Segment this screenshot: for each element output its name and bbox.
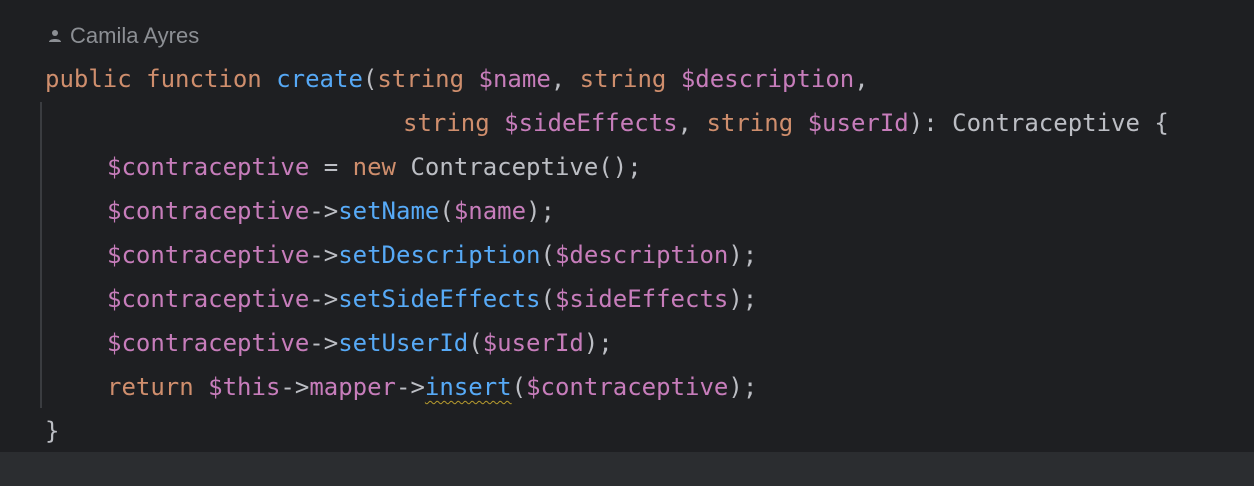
type-string: string (377, 65, 465, 93)
code-editor[interactable]: Camila Ayres public function create(stri… (0, 0, 1254, 452)
code-line-7[interactable]: $contraceptive->setUserId($userId); (107, 321, 613, 365)
code-line-9[interactable]: } (45, 409, 59, 453)
variable-contraceptive: $contraceptive (107, 329, 310, 357)
variable-contraceptive: $contraceptive (107, 241, 310, 269)
param-user-id: $userId (807, 109, 909, 137)
editor-bottom-strip (0, 452, 1254, 486)
closing-brace: } (45, 417, 60, 445)
variable-this: $this (208, 373, 281, 401)
return-signature: ): Contraceptive { (908, 109, 1169, 137)
method-insert[interactable]: insert (425, 373, 512, 401)
type-string: string (403, 109, 490, 137)
function-name: create (276, 65, 363, 93)
code-line-3[interactable]: $contraceptive = new Contraceptive(); (107, 145, 642, 189)
code-line-2[interactable]: string $sideEffects, string $userId): Co… (403, 101, 1169, 145)
code-line-6[interactable]: $contraceptive->setSideEffects($sideEffe… (107, 277, 757, 321)
method-set-description: setDescription (338, 241, 541, 269)
author-annotation[interactable]: Camila Ayres (48, 22, 199, 50)
param-description: $description (680, 65, 855, 93)
indent-guide (40, 102, 42, 408)
method-set-side-effects: setSideEffects (338, 285, 541, 313)
type-string: string (579, 65, 667, 93)
property-mapper: mapper (309, 373, 397, 401)
arg-name: $name (453, 197, 527, 225)
arg-side-effects: $sideEffects (554, 285, 729, 313)
code-line-8[interactable]: return $this->mapper->insert($contracept… (107, 365, 757, 409)
variable-contraceptive: $contraceptive (107, 153, 310, 181)
comma: , (677, 109, 707, 137)
code-line-4[interactable]: $contraceptive->setName($name); (107, 189, 555, 233)
paren-open: ( (362, 65, 378, 93)
code-line-5[interactable]: $contraceptive->setDescription($descript… (107, 233, 757, 277)
code-line-1[interactable]: public function create(string $name, str… (45, 57, 869, 101)
method-set-user-id: setUserId (338, 329, 469, 357)
param-side-effects: $sideEffects (504, 109, 678, 137)
comma: , (550, 65, 580, 93)
comma: , (854, 65, 869, 93)
param-name: $name (478, 65, 551, 93)
keyword-new: new (352, 153, 397, 181)
keyword-function: function (146, 65, 262, 93)
person-icon (49, 30, 61, 42)
type-string: string (706, 109, 794, 137)
arg-description: $description (554, 241, 729, 269)
arg-contraceptive: $contraceptive (526, 373, 729, 401)
author-name: Camila Ayres (70, 23, 200, 48)
variable-contraceptive: $contraceptive (107, 197, 310, 225)
method-set-name: setName (338, 197, 440, 225)
keyword-return: return (107, 373, 194, 401)
arg-user-id: $userId (482, 329, 584, 357)
class-instantiation: Contraceptive(); (396, 153, 642, 181)
variable-contraceptive: $contraceptive (107, 285, 310, 313)
keyword-public: public (45, 65, 132, 93)
